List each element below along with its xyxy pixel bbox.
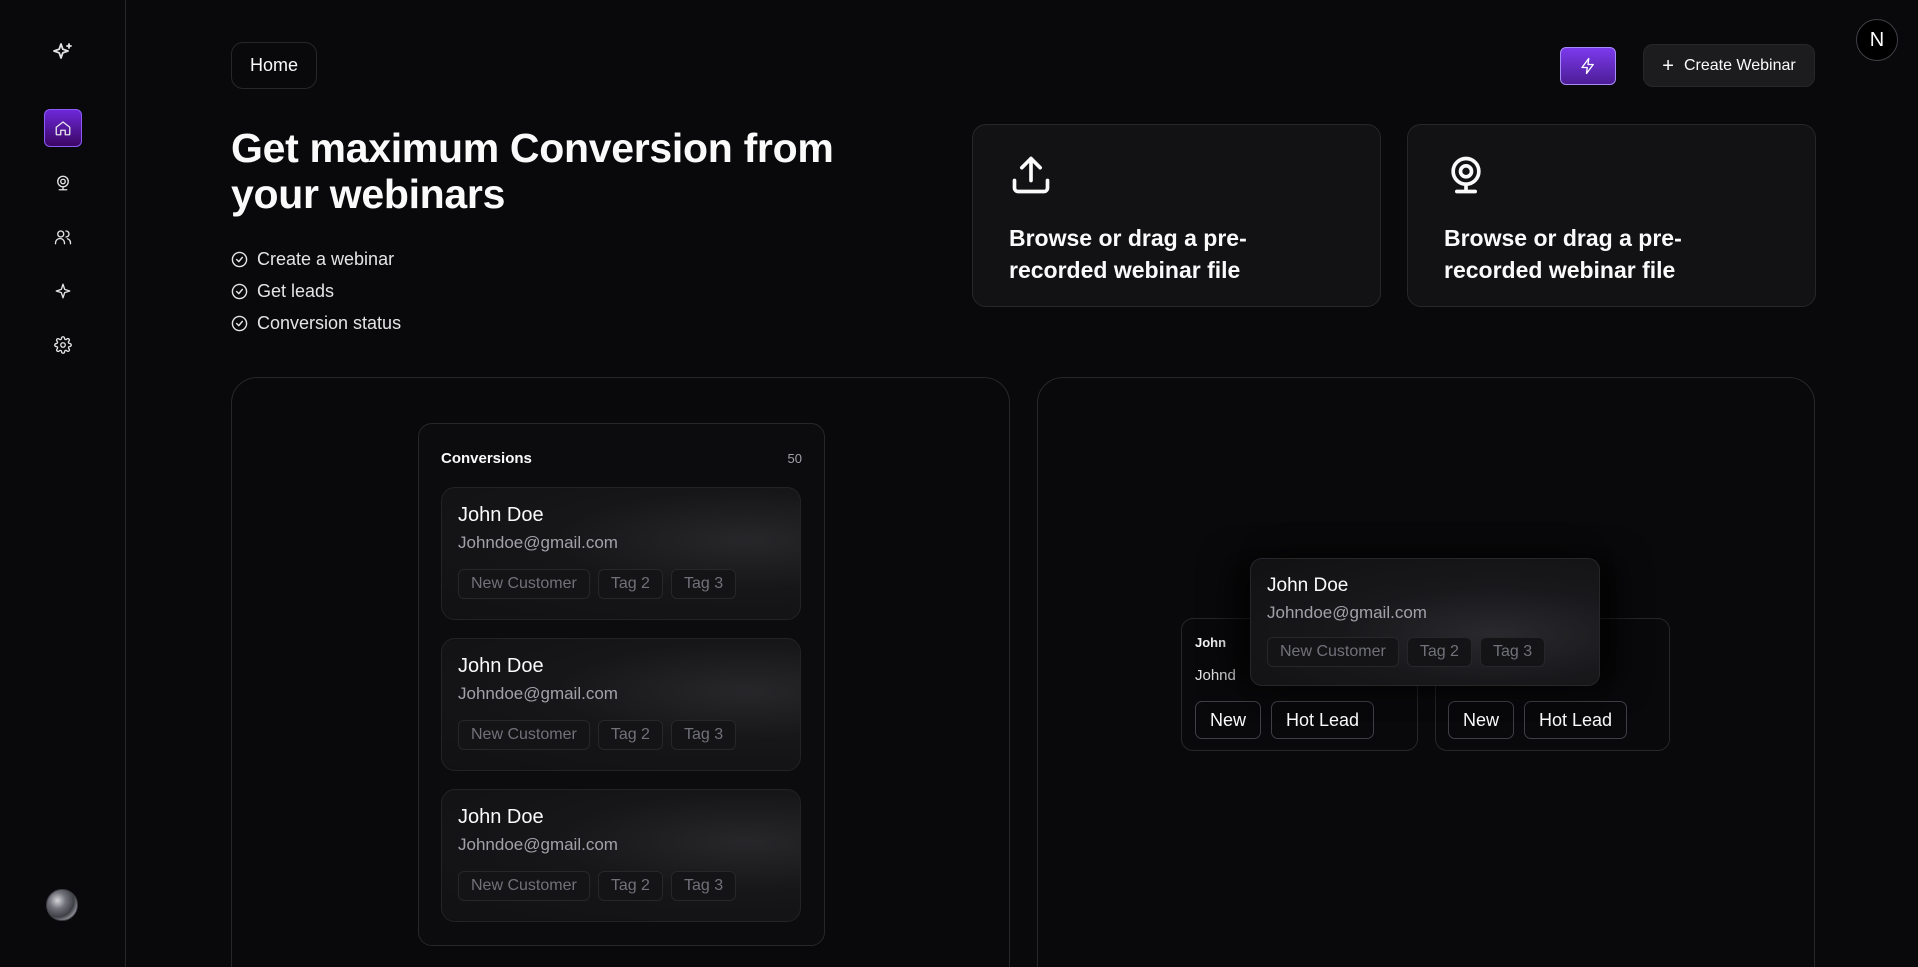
- lead-card[interactable]: John Doe Johndoe@gmail.com New Customer …: [441, 638, 801, 771]
- pipeline-card-name: John: [1195, 635, 1227, 650]
- upload-card-text: Browse or drag a pre-recorded webinar fi…: [1444, 225, 1682, 283]
- lead-tags: New Customer Tag 2 Tag 3: [458, 720, 784, 750]
- feature-label: Get leads: [257, 280, 335, 301]
- pipeline-card-tags: New Hot Lead: [1448, 701, 1628, 739]
- sidebar-item-webinars[interactable]: [44, 164, 82, 202]
- conversions-count: 50: [787, 451, 802, 466]
- sidebar-item-ai[interactable]: [44, 272, 82, 310]
- sidebar-item-leads[interactable]: [44, 218, 82, 256]
- lead-tag: Tag 3: [670, 871, 737, 901]
- sidebar-item-settings[interactable]: [44, 326, 82, 364]
- webcam-icon: [1451, 156, 1481, 194]
- upload-icon: [1012, 156, 1050, 194]
- conversions-title: Conversions: [441, 450, 532, 467]
- feature-item: Get leads: [231, 275, 401, 307]
- lightning-icon: [1581, 57, 1594, 75]
- lead-card[interactable]: John Doe Johndoe@gmail.com New Customer …: [441, 789, 801, 922]
- create-webinar-button[interactable]: + Create Webinar: [1643, 44, 1815, 87]
- avatar[interactable]: [46, 889, 78, 921]
- pipeline-tag: New: [1448, 701, 1515, 739]
- account-badge[interactable]: N: [1856, 19, 1898, 61]
- feature-item: Create a webinar: [231, 243, 401, 275]
- upload-card-text: Browse or drag a pre-recorded webinar fi…: [1009, 225, 1247, 283]
- sparkles-icon[interactable]: [44, 34, 82, 72]
- lead-email: Johndoe@gmail.com: [458, 684, 618, 703]
- lead-name: John Doe: [458, 806, 544, 828]
- lead-tag: Tag 3: [670, 720, 737, 750]
- lead-email: Johndoe@gmail.com: [458, 835, 618, 854]
- lead-tags: New Customer Tag 2 Tag 3: [458, 871, 784, 901]
- record-webinar-card[interactable]: Browse or drag a pre-recorded webinar fi…: [1407, 124, 1816, 307]
- create-webinar-label: Create Webinar: [1683, 56, 1796, 74]
- lead-tag: New Customer: [458, 569, 590, 599]
- lead-name: John Doe: [1267, 575, 1349, 596]
- lead-tag: New Customer: [458, 720, 590, 750]
- sidebar: [0, 0, 126, 967]
- check-circle-icon: [231, 315, 248, 331]
- pipeline-tag: Hot Lead: [1271, 701, 1375, 739]
- home-icon: [55, 121, 71, 136]
- feature-label: Conversion status: [257, 312, 402, 333]
- pipeline-tag: Hot Lead: [1524, 701, 1628, 739]
- lead-tag: New Customer: [1267, 637, 1399, 667]
- conversions-list: Conversions 50 John Doe Johndoe@gmail.co…: [418, 423, 825, 946]
- lead-tag: Tag 2: [597, 720, 663, 750]
- dragged-lead-card[interactable]: John Doe Johndoe@gmail.com New Customer …: [1250, 558, 1600, 686]
- pipeline-tag: New: [1195, 701, 1262, 739]
- check-circle-icon: [231, 251, 248, 267]
- upload-webinar-card[interactable]: Browse or drag a pre-recorded webinar fi…: [972, 124, 1381, 307]
- feature-label: Create a webinar: [257, 248, 395, 269]
- lead-tag: Tag 3: [1479, 637, 1546, 667]
- gear-icon: [54, 336, 72, 354]
- plus-icon: +: [1662, 54, 1674, 77]
- lead-email: Johndoe@gmail.com: [458, 533, 618, 552]
- lead-name: John Doe: [458, 504, 544, 526]
- lead-tag: Tag 3: [670, 569, 737, 599]
- lead-tag: Tag 2: [597, 569, 663, 599]
- conversions-header: Conversions 50: [441, 450, 802, 467]
- feature-item: Conversion status: [231, 307, 401, 339]
- lead-name: John Doe: [458, 655, 544, 677]
- pipeline-card-email: Johnd: [1195, 667, 1236, 684]
- page-title: Get maximum Conversion from your webinar…: [231, 125, 834, 217]
- lead-card[interactable]: John Doe Johndoe@gmail.com New Customer …: [441, 487, 801, 620]
- app-root: Home + Create Webinar N Get maximum Conv…: [0, 0, 1918, 967]
- lead-tags: New Customer Tag 2 Tag 3: [458, 569, 784, 599]
- sidebar-item-home[interactable]: [44, 109, 82, 147]
- lead-email: Johndoe@gmail.com: [1267, 603, 1427, 622]
- lead-tag: Tag 2: [1406, 637, 1472, 667]
- upgrade-button[interactable]: [1560, 47, 1616, 85]
- lead-tag: Tag 2: [597, 871, 663, 901]
- webcam-icon: [57, 175, 69, 191]
- pipeline-card-tags: New Hot Lead: [1195, 701, 1375, 739]
- breadcrumb[interactable]: Home: [231, 42, 318, 89]
- check-circle-icon: [231, 283, 248, 299]
- feature-list: Create a webinar Get leads Conversion st…: [231, 243, 401, 339]
- sparkle-icon: [55, 283, 71, 299]
- users-icon: [54, 230, 72, 245]
- lead-tags: New Customer Tag 2 Tag 3: [1267, 637, 1583, 667]
- lead-tag: New Customer: [458, 871, 590, 901]
